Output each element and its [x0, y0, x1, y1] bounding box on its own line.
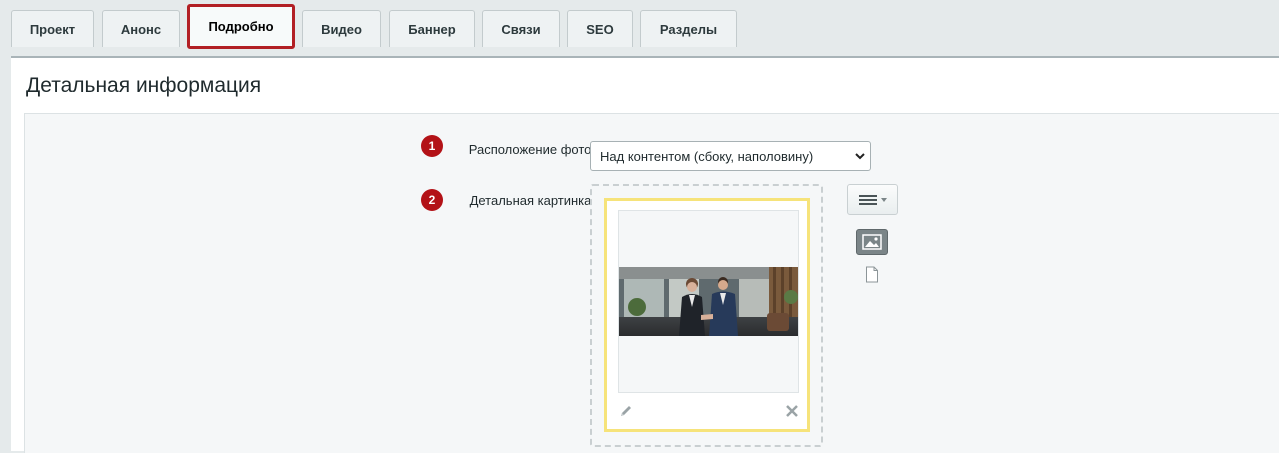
tab-banner[interactable]: Баннер	[389, 10, 475, 47]
image-icon	[862, 234, 882, 250]
page-title: Детальная информация	[26, 74, 262, 97]
tab-project[interactable]: Проект	[11, 10, 94, 47]
step-badge-2: 2	[421, 189, 443, 211]
step-badge-1: 1	[421, 135, 443, 157]
tab-links[interactable]: Связи	[482, 10, 560, 47]
detail-image-label: Детальная картинка:	[469, 193, 595, 208]
tab-announce[interactable]: Анонс	[102, 10, 180, 47]
tab-video[interactable]: Видео	[302, 10, 381, 47]
detail-photo-thumbnail[interactable]	[619, 267, 798, 336]
tab-seo[interactable]: SEO	[567, 10, 633, 47]
photo-position-select[interactable]: Над контентом (сбоку, наполовину)	[590, 141, 871, 171]
image-preview-card	[604, 198, 810, 432]
details-panel: Детальная информация 1 Расположение фото…	[11, 56, 1279, 453]
chevron-down-icon	[855, 153, 865, 160]
image-preview-frame	[618, 210, 799, 393]
file-icon[interactable]	[865, 266, 879, 283]
tab-details[interactable]: Подробно	[187, 4, 295, 49]
tab-bar: Проект Анонс Подробно Видео Баннер Связи…	[0, 0, 1279, 56]
photo-position-value: Над контентом (сбоку, наполовину)	[600, 148, 814, 164]
image-dropzone[interactable]	[590, 184, 823, 447]
close-icon[interactable]	[784, 403, 800, 419]
photo-position-label: Расположение фото:	[468, 142, 595, 157]
tab-sections[interactable]: Разделы	[640, 10, 737, 47]
image-mode-button[interactable]	[856, 229, 888, 255]
menu-icon	[859, 195, 887, 205]
edit-icon[interactable]	[618, 403, 634, 419]
image-menu-button[interactable]	[847, 184, 898, 215]
